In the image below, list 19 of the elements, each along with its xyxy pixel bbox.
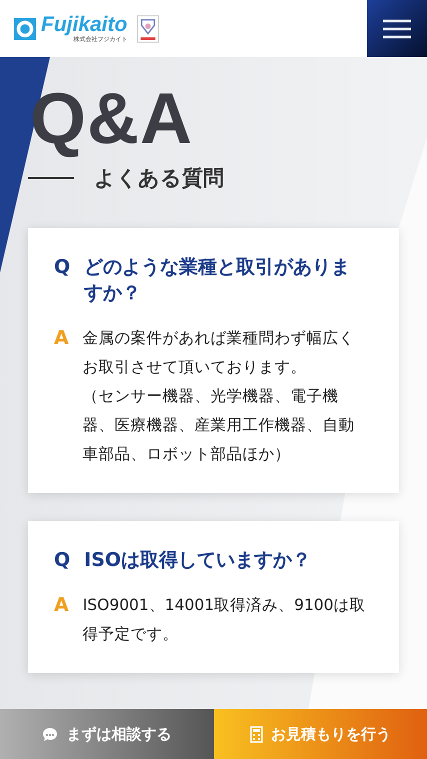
- question-text: どのような業種と取引がありますか？: [84, 255, 352, 306]
- logo-icon: [13, 16, 37, 40]
- chat-bubble-icon: [42, 726, 58, 742]
- answer-mark-label: A: [54, 326, 69, 351]
- question-text: ISOは取得していますか？: [84, 548, 312, 573]
- answer-text: ISO9001、14001取得済み、9100は取得予定です。: [82, 595, 367, 645]
- page-subtitle: よくある質問: [94, 165, 224, 192]
- emblem-icon: [137, 14, 160, 42]
- answer-text: （センサー機器、光学機器、電子機器、医療機器、産業用工作機器、自動車部品、ロボット部品ほか）: [82, 386, 356, 465]
- logo-wordmark: Fujikaito: [41, 14, 128, 36]
- answer-mark-label: A: [54, 593, 69, 618]
- consult-button[interactable]: まずは相談する: [0, 709, 214, 759]
- menu-icon: [383, 18, 411, 38]
- estimate-button[interactable]: お見積もりを行う: [214, 709, 427, 759]
- answer-text: 金属の案件があれば業種問わず幅広くお取引させて頂いております。: [82, 328, 356, 378]
- question-mark-label: Q: [54, 255, 70, 280]
- calculator-icon: [250, 726, 263, 742]
- question-mark-label: Q: [54, 548, 70, 573]
- menu-button[interactable]: [367, 0, 427, 57]
